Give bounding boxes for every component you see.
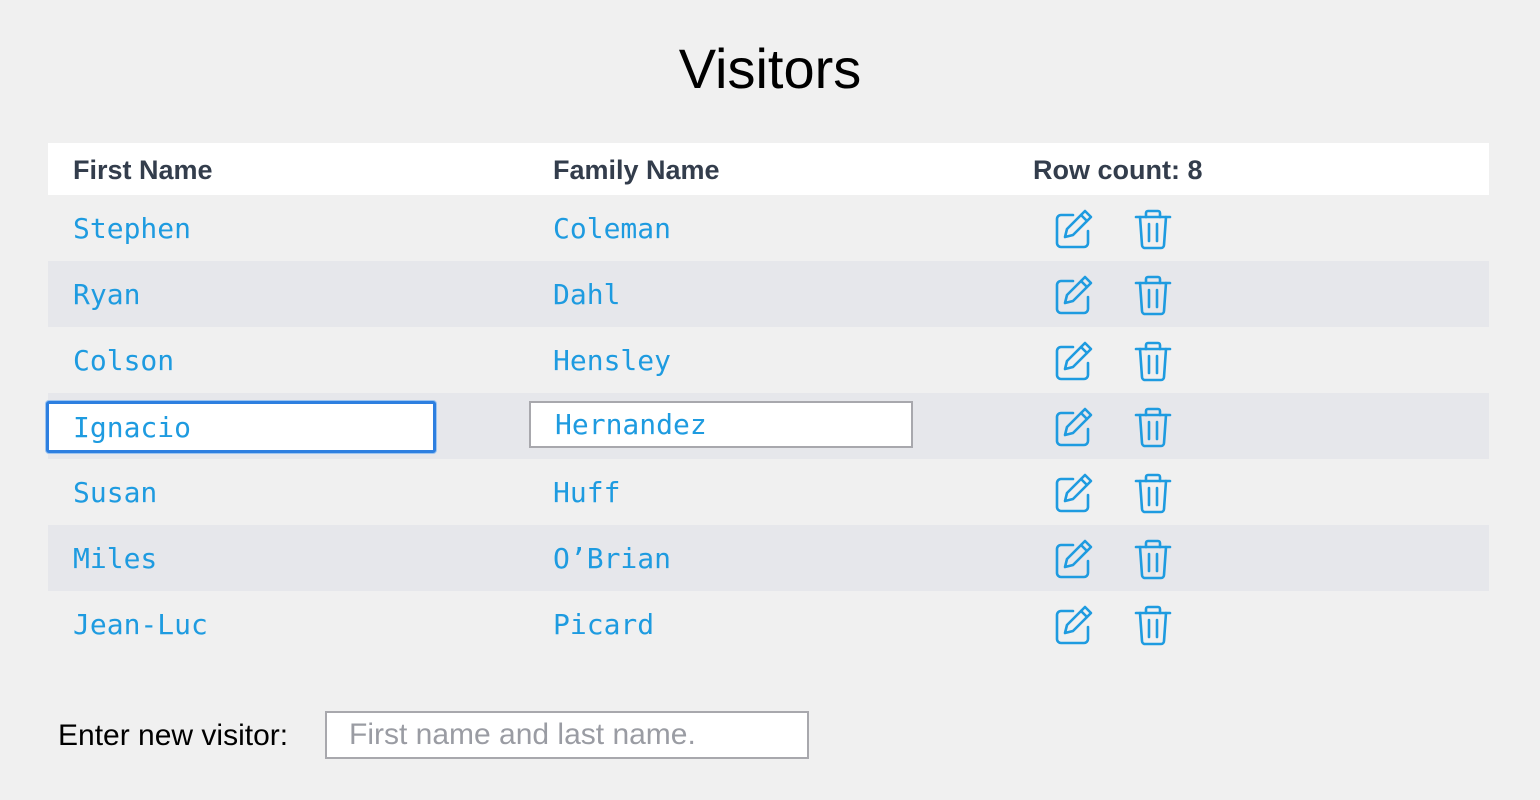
first-name-cell[interactable]: Colson <box>73 327 174 393</box>
table-body: Stephen Coleman Ryan Dahl Colson Hensley Susan… <box>46 195 1489 657</box>
family-name-cell[interactable]: O’Brian <box>553 525 671 591</box>
column-header-family-name: Family Name <box>553 155 720 185</box>
table-row: Susan Huff <box>48 459 1489 525</box>
first-name-cell[interactable]: Stephen <box>73 195 191 261</box>
edit-icon[interactable] <box>1051 537 1095 581</box>
edit-icon[interactable] <box>1051 603 1095 647</box>
edit-icon[interactable] <box>1051 207 1095 251</box>
family-name-cell[interactable]: Huff <box>553 459 620 525</box>
table-row: Colson Hensley <box>48 327 1489 393</box>
first-name-cell[interactable]: Ryan <box>73 261 140 327</box>
family-name-cell[interactable]: Dahl <box>553 261 620 327</box>
family-name-cell[interactable]: Hensley <box>553 327 671 393</box>
table-header: First Name Family Name Row count: 8 <box>48 143 1489 195</box>
table-row: Miles O’Brian <box>48 525 1489 591</box>
first-name-edit-input[interactable] <box>46 401 436 453</box>
first-name-cell[interactable]: Jean-Luc <box>73 591 208 657</box>
row-count: Row count: 8 <box>1033 155 1203 185</box>
trash-icon[interactable] <box>1131 339 1175 383</box>
table-row: Ryan Dahl <box>48 261 1489 327</box>
family-name-cell[interactable]: Picard <box>553 591 654 657</box>
trash-icon[interactable] <box>1131 471 1175 515</box>
edit-icon[interactable] <box>1051 339 1095 383</box>
trash-icon[interactable] <box>1131 405 1175 449</box>
trash-icon[interactable] <box>1131 537 1175 581</box>
first-name-cell[interactable]: Miles <box>73 525 157 591</box>
new-visitor-input[interactable] <box>325 711 809 759</box>
first-name-cell[interactable]: Susan <box>73 459 157 525</box>
edit-icon[interactable] <box>1051 405 1095 449</box>
table-row: Jean-Luc Picard <box>48 591 1489 657</box>
trash-icon[interactable] <box>1131 603 1175 647</box>
visitors-table: First Name Family Name Row count: 8 Step… <box>46 143 1489 657</box>
edit-icon[interactable] <box>1051 471 1095 515</box>
family-name-cell[interactable]: Coleman <box>553 195 671 261</box>
new-visitor-label: Enter new visitor: <box>58 719 289 752</box>
trash-icon[interactable] <box>1131 273 1175 317</box>
edit-icon[interactable] <box>1051 273 1095 317</box>
column-header-first-name: First Name <box>73 155 213 185</box>
table-row <box>46 393 1489 459</box>
page-title: Visitors <box>678 37 862 100</box>
family-name-edit-input[interactable] <box>529 401 913 448</box>
table-row: Stephen Coleman <box>48 195 1489 261</box>
trash-icon[interactable] <box>1131 207 1175 251</box>
